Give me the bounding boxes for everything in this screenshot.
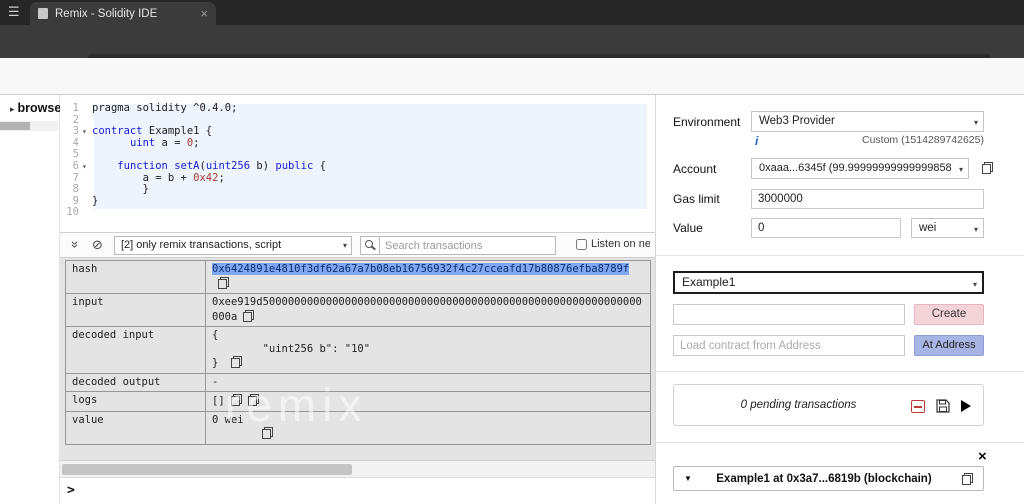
browser-logo-icon[interactable]: ☰ <box>8 4 20 20</box>
section-divider <box>656 255 1024 256</box>
section-divider <box>656 442 1024 443</box>
copy-icon[interactable] <box>218 276 229 289</box>
value-input[interactable] <box>751 218 901 238</box>
tx-detail-value: { "uint256 b": "10"} <box>205 326 651 374</box>
account-copy-icon[interactable] <box>982 162 993 174</box>
tx-detail-row: hash 0x6424891e4810f3df62a67a7b08eb167569… <box>65 260 651 294</box>
tx-detail-label: logs <box>65 391 206 412</box>
tx-detail-row: decoded output - <box>65 372 651 392</box>
browser-tab[interactable]: Remix - Solidity IDE × <box>30 2 216 25</box>
editor-lines: 1 pragma solidity ^0.4.0; 2 3 ▾ contract Exam… <box>60 102 655 219</box>
terminal-content: hash 0x6424891e4810f3df62a67a7b08eb167569… <box>60 258 655 460</box>
tx-detail-row: input 0xee919d500000000000000000000000000… <box>65 293 651 327</box>
tx-detail-value: - <box>205 372 651 392</box>
tree-expand-icon[interactable]: ▸ <box>10 104 15 114</box>
tx-detail-value: [] <box>205 391 651 412</box>
section-divider <box>656 371 1024 372</box>
tx-detail-label: value <box>65 410 206 445</box>
at-address-input[interactable] <box>673 335 905 356</box>
tx-detail-value: 0x6424891e4810f3df62a67a7b08eb16756932f4… <box>205 260 651 294</box>
file-explorer: ▸ browser <box>0 95 66 504</box>
tab-favicon <box>38 8 48 19</box>
tx-detail-row: logs[] <box>65 391 651 412</box>
at-address-button[interactable]: At Address <box>914 335 984 356</box>
search-input[interactable] <box>380 236 556 255</box>
tx-detail-label: decoded output <box>65 372 206 392</box>
instance-title: Example1 at 0x3a7...6819b (blockchain) <box>716 472 932 485</box>
copy-icon[interactable] <box>243 309 255 322</box>
browser-toolbar: ← ↻ i remix.ethereum.org/#optimize=false… <box>0 25 1024 79</box>
tree-item-browser[interactable]: ▸ browser <box>10 101 66 115</box>
clear-console-icon[interactable]: ⊘ <box>92 237 103 253</box>
chevron-down-icon: ▾ <box>972 280 977 289</box>
run-transactions-icon[interactable] <box>961 400 971 412</box>
browser-tabstrip: ☰ Remix - Solidity IDE × <box>0 0 1024 25</box>
tab-title: Remix - Solidity IDE <box>55 7 158 20</box>
tab-close-icon[interactable]: × <box>200 7 208 20</box>
clear-pending-icon[interactable] <box>911 399 925 413</box>
create-button[interactable]: Create <box>914 304 984 325</box>
editor-line[interactable]: 1 pragma solidity ^0.4.0; <box>60 102 655 115</box>
copy-icon[interactable] <box>230 394 242 406</box>
account-select[interactable]: 0xaaa...6345f (99.99999999999999858 ▾ <box>751 158 969 179</box>
listen-network-label: Listen on network <box>591 238 650 250</box>
tx-detail-value: 0 wei <box>205 410 651 445</box>
listen-network-checkbox[interactable] <box>576 238 587 250</box>
copy-icon[interactable] <box>247 394 259 406</box>
terminal-hscrollbar[interactable] <box>60 460 655 477</box>
account-label: Account <box>673 162 717 176</box>
constructor-args-input[interactable] <box>673 304 905 325</box>
editor-line[interactable]: 9} <box>60 195 655 208</box>
value-label: Value <box>673 221 703 235</box>
chevron-down-icon: ▾ <box>958 165 963 174</box>
save-transactions-icon[interactable] <box>936 399 950 413</box>
terminal-toolbar: « ⊘ [2] only remix transactions, script … <box>60 232 655 258</box>
transaction-details-table: hash 0x6424891e4810f3df62a67a7b08eb167569… <box>65 260 651 445</box>
remix-ide-window: ☰ Remix - Solidity IDE × ← ↻ i remix.eth… <box>0 0 1024 504</box>
chevron-down-icon: ▾ <box>973 225 978 234</box>
pending-transactions-box: 0 pending transactions <box>673 384 984 426</box>
pending-transactions-text: 0 pending transactions <box>740 399 857 411</box>
tx-detail-label: hash <box>65 260 206 294</box>
search-button[interactable] <box>360 236 380 255</box>
transactions-filter-select[interactable]: [2] only remix transactions, script ▾ <box>114 236 352 255</box>
editor-line[interactable]: 10 <box>60 207 655 219</box>
tx-detail-label: decoded input <box>65 326 206 374</box>
environment-custom-text: Custom (1514289742625) <box>861 134 984 146</box>
value-unit-select[interactable]: wei ▾ <box>911 218 984 238</box>
gas-limit-label: Gas limit <box>673 192 720 206</box>
expand-terminal-icon[interactable]: « <box>66 241 81 248</box>
gas-limit-input[interactable] <box>751 189 984 209</box>
explorer-scrollbar[interactable] <box>0 121 58 131</box>
environment-select[interactable]: Web3 Provider ▾ <box>751 111 984 132</box>
run-panel: Environment Web3 Provider ▾ Custom (1514… <box>655 95 1024 504</box>
instance-expand-icon[interactable]: ▼ <box>684 474 692 483</box>
code-editor[interactable]: 1 pragma solidity ^0.4.0; 2 3 ▾ contract Exam… <box>60 95 655 232</box>
chevron-down-icon: ▾ <box>342 241 347 250</box>
tx-detail-row: value 0 wei <box>65 410 651 445</box>
search-icon <box>365 240 373 248</box>
contract-instance[interactable]: ▼ Example1 at 0x3a7...6819b (blockchain) <box>673 466 984 491</box>
tx-detail-row: decoded input{ "uint256 b": "10"} <box>65 326 651 374</box>
instance-copy-icon[interactable] <box>962 472 973 485</box>
remix-header: ⊕ « ↧ browser/ballot.sol× » CompileRunSe… <box>0 58 1024 153</box>
contract-select[interactable]: Example1 ▾ <box>673 271 984 294</box>
copy-icon[interactable] <box>230 356 242 368</box>
terminal-prompt[interactable]: > <box>60 477 655 504</box>
tx-detail-label: input <box>65 293 206 327</box>
editor-line[interactable]: 8 } <box>60 183 655 196</box>
tx-detail-value: 0xee919d50000000000000000000000000000000… <box>205 293 651 327</box>
editor-line[interactable]: 7 a = b + 0x42; <box>60 172 655 185</box>
environment-info-icon[interactable]: i <box>755 134 758 148</box>
environment-label: Environment <box>673 115 741 129</box>
instances-close-icon[interactable]: × <box>978 449 987 464</box>
chevron-down-icon: ▾ <box>973 118 978 127</box>
terminal: « ⊘ [2] only remix transactions, script … <box>60 232 655 504</box>
editor-line[interactable]: 4 uint a = 0; <box>60 137 655 150</box>
copy-icon[interactable] <box>262 427 274 439</box>
